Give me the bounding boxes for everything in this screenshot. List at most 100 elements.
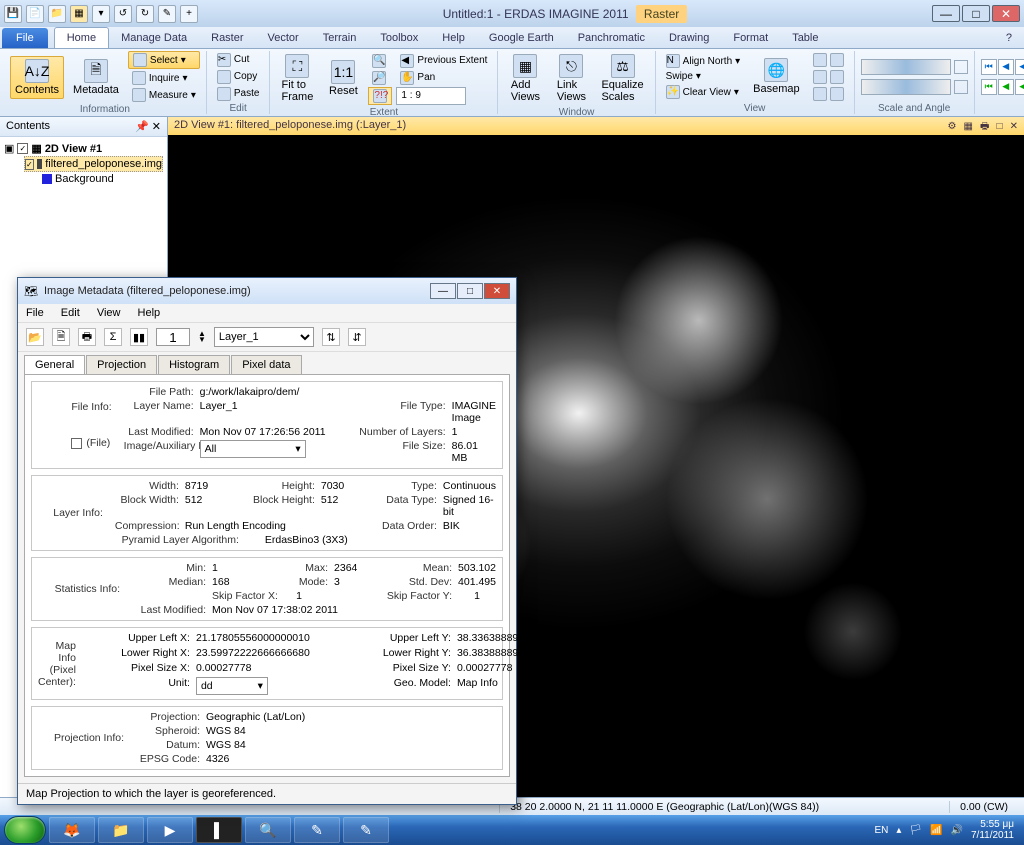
maximize-button[interactable]: □ (962, 5, 990, 22)
qat-icon[interactable]: ↺ (114, 5, 132, 23)
view-maximize-icon[interactable]: □ (997, 121, 1003, 132)
tab-general[interactable]: General (24, 355, 85, 374)
copy-button[interactable]: Copy (213, 69, 264, 85)
view-tool-icon[interactable]: ▦ (963, 121, 972, 132)
file-checkbox[interactable] (71, 438, 82, 449)
tab-panchromatic[interactable]: Panchromatic (566, 28, 657, 48)
qat-icon[interactable]: ✎ (158, 5, 176, 23)
tab-format[interactable]: Format (721, 28, 780, 48)
taskbar-app[interactable]: ▶ (147, 817, 193, 843)
menu-file[interactable]: File (26, 307, 44, 319)
pin-icon[interactable]: 📌 (135, 121, 149, 133)
help-icon[interactable]: ? (994, 28, 1024, 48)
equalize-scales-button[interactable]: ⚖Equalize Scales (596, 51, 648, 106)
roam-button[interactable]: ◀ (998, 59, 1014, 75)
unit-select[interactable]: dd▾ (196, 677, 268, 695)
previous-extent-button[interactable]: ◀Previous Extent (396, 53, 491, 69)
qat-dropdown-icon[interactable]: ▾ (92, 5, 110, 23)
close-button[interactable]: ✕ (992, 5, 1020, 22)
taskbar-app[interactable]: 🦊 (49, 817, 95, 843)
file-tab[interactable]: File (2, 28, 48, 48)
qat-icon[interactable]: 📁 (48, 5, 66, 23)
cut-button[interactable]: ✂Cut (213, 52, 264, 68)
select-button[interactable]: Select ▾ (128, 51, 200, 69)
roam-button[interactable]: ◀ (1015, 79, 1024, 95)
clock[interactable]: 5:55 μμ 7/11/2011 (971, 819, 1014, 841)
swipe-button[interactable]: Swipe ▾ (662, 70, 745, 83)
pan-button[interactable]: ✋Pan (396, 70, 491, 86)
tab-drawing[interactable]: Drawing (657, 28, 721, 48)
tab-table[interactable]: Table (780, 28, 830, 48)
roam-button[interactable]: ⏮ (981, 79, 997, 95)
tray-icon[interactable]: ▴ (896, 825, 901, 836)
roam-button[interactable]: ◀ (998, 79, 1014, 95)
add-views-button[interactable]: ▦Add Views (504, 51, 546, 106)
scale-input[interactable] (396, 87, 466, 105)
tab-home[interactable]: Home (54, 27, 109, 48)
zoom-select-button[interactable]: ?!? (368, 87, 392, 105)
layer-select[interactable]: Layer_1 (214, 327, 314, 347)
minimize-button[interactable]: — (932, 5, 960, 22)
tab-raster[interactable]: Raster (199, 28, 255, 48)
histogram-icon[interactable]: ▮▮ (130, 328, 148, 346)
taskbar-app[interactable]: 📁 (98, 817, 144, 843)
roam-button[interactable]: ◀ (1015, 59, 1024, 75)
zoom-in-button[interactable]: 🔍 (368, 53, 392, 69)
sort-icon[interactable]: ⇅ (322, 328, 340, 346)
roam-button[interactable]: ⏮ (981, 59, 997, 75)
view-tool-button[interactable] (809, 86, 848, 102)
taskbar-app[interactable]: ✎ (294, 817, 340, 843)
dialog-minimize-button[interactable]: — (430, 283, 456, 299)
tab-toolbox[interactable]: Toolbox (368, 28, 430, 48)
aux-select[interactable]: All▾ (200, 440, 306, 458)
basemap-button[interactable]: 🌐Basemap (748, 55, 804, 98)
taskbar-app[interactable]: ▌ (196, 817, 242, 843)
reset-button[interactable]: 1:1Reset (322, 57, 364, 100)
qat-icon[interactable]: ↻ (136, 5, 154, 23)
layer-spinner[interactable] (156, 328, 190, 346)
qat-icon[interactable]: 📄 (26, 5, 44, 23)
tab-terrain[interactable]: Terrain (311, 28, 369, 48)
sigma-icon[interactable]: Σ (104, 328, 122, 346)
tray-icon[interactable]: 📶 (930, 825, 942, 836)
menu-help[interactable]: Help (138, 307, 161, 319)
angle-slider[interactable] (861, 79, 951, 95)
menu-edit[interactable]: Edit (61, 307, 80, 319)
tab-pixel-data[interactable]: Pixel data (231, 355, 301, 374)
tab-manage-data[interactable]: Manage Data (109, 28, 199, 48)
start-button[interactable] (4, 816, 46, 844)
paste-button[interactable]: Paste (213, 86, 264, 102)
taskbar-app[interactable]: ✎ (343, 817, 389, 843)
qat-icon[interactable]: 💾 (4, 5, 22, 23)
clear-view-button[interactable]: ✨Clear View ▾ (662, 84, 745, 100)
print-icon[interactable]: 🖶 (78, 328, 96, 346)
view-tool-button[interactable] (809, 69, 848, 85)
zoom-out-button[interactable]: 🔎 (368, 70, 392, 86)
close-icon[interactable]: ✕ (152, 121, 161, 133)
new-icon[interactable]: 🗎 (52, 328, 70, 346)
qat-icon[interactable]: + (180, 5, 198, 23)
tray-icon[interactable]: 🔊 (951, 825, 963, 836)
tab-vector[interactable]: Vector (256, 28, 311, 48)
dialog-close-button[interactable]: ✕ (484, 283, 510, 299)
taskbar-app[interactable]: 🔍 (245, 817, 291, 843)
tree-background[interactable]: Background (42, 172, 163, 186)
sort-icon[interactable]: ⇵ (348, 328, 366, 346)
tab-projection[interactable]: Projection (86, 355, 157, 374)
scale-slider[interactable] (861, 59, 951, 75)
contents-button[interactable]: A↓ZContents (10, 56, 64, 99)
tab-help[interactable]: Help (430, 28, 477, 48)
view-close-icon[interactable]: ✕ (1010, 121, 1018, 132)
measure-button[interactable]: Measure ▾ (128, 87, 200, 103)
view-tool-icon[interactable]: 🖶 (980, 121, 989, 132)
view-tool-icon[interactable]: ⚙ (947, 121, 956, 132)
align-north-button[interactable]: NAlign North ▾ (662, 53, 745, 69)
metadata-button[interactable]: 🗎Metadata (68, 56, 124, 99)
link-views-button[interactable]: ⎋Link Views (550, 51, 592, 106)
tab-google-earth[interactable]: Google Earth (477, 28, 566, 48)
inquire-button[interactable]: Inquire ▾ (128, 70, 200, 86)
tab-histogram[interactable]: Histogram (158, 355, 230, 374)
tree-root[interactable]: ▣✓▦ 2D View #1 (4, 141, 163, 156)
view-tool-button[interactable] (809, 52, 848, 68)
open-icon[interactable]: 📂 (26, 328, 44, 346)
